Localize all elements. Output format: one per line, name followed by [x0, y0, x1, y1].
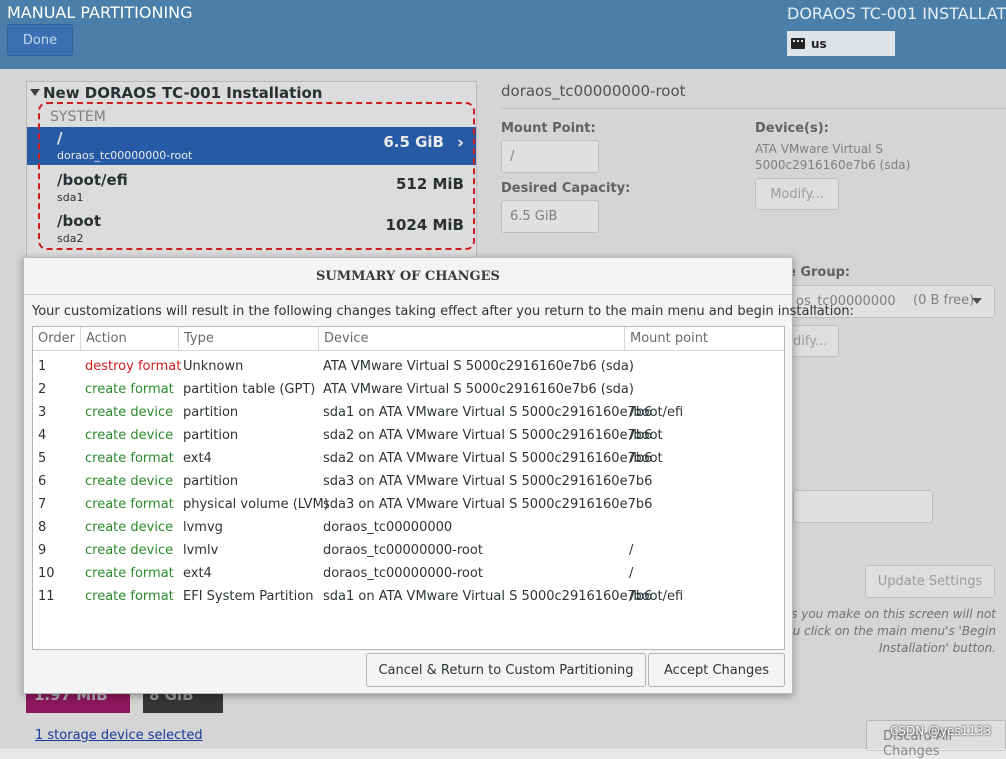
cell-order: 7	[38, 497, 47, 512]
table-row[interactable]: 4 create device partition sda2 on ATA VMwar…	[33, 424, 784, 447]
accept-changes-button[interactable]: Accept Changes	[648, 653, 785, 687]
cell-device: sda2 on ATA VMware Virtual S 5000c291616…	[323, 428, 653, 443]
cell-mount-point: /boot/efi	[629, 589, 684, 604]
column-header-order[interactable]: Order	[33, 327, 81, 351]
table-row[interactable]: 7 create format physical volume (LVM) sda3 …	[33, 493, 784, 516]
cell-device: sda1 on ATA VMware Virtual S 5000c291616…	[323, 405, 653, 420]
cell-type: partition table (GPT)	[183, 382, 316, 397]
cell-type: ext4	[183, 451, 212, 466]
cell-action: create device	[85, 520, 174, 535]
cell-action: destroy format	[85, 359, 182, 374]
done-button[interactable]: Done	[7, 24, 73, 56]
cell-action: create format	[85, 497, 174, 512]
cell-mount-point: /boot	[629, 451, 663, 466]
table-row[interactable]: 5 create format ext4 sda2 on ATA VMware Vir…	[33, 447, 784, 470]
cell-action: create device	[85, 474, 174, 489]
keyboard-icon	[791, 38, 805, 49]
cell-order: 5	[38, 451, 47, 466]
table-row[interactable]: 6 create device partition sda3 on ATA VMwar…	[33, 470, 784, 493]
watermark: CSDN @yes1133	[890, 724, 992, 738]
cell-action: create format	[85, 566, 174, 581]
cell-device: sda3 on ATA VMware Virtual S 5000c291616…	[323, 497, 653, 512]
cell-action: create format	[85, 382, 174, 397]
cell-device: ATA VMware Virtual S 5000c2916160e7b6 (s…	[323, 359, 634, 374]
cell-mount-point: /boot/efi	[629, 405, 684, 420]
keyboard-layout-label: us	[811, 36, 827, 51]
cell-order: 4	[38, 428, 47, 443]
cell-type: Unknown	[183, 359, 244, 374]
cell-order: 2	[38, 382, 47, 397]
cell-action: create format	[85, 589, 174, 604]
cell-device: doraos_tc00000000-root	[323, 543, 483, 558]
dialog-title: SUMMARY OF CHANGES	[24, 258, 792, 295]
cell-device: ATA VMware Virtual S 5000c2916160e7b6 (s…	[323, 382, 634, 397]
dialog-description: Your customizations will result in the f…	[32, 304, 854, 319]
column-header-device[interactable]: Device	[319, 327, 625, 351]
cell-type: physical volume (LVM)	[183, 497, 329, 512]
table-row[interactable]: 3 create device partition sda1 on ATA VMwar…	[33, 401, 784, 424]
cell-type: EFI System Partition	[183, 589, 314, 604]
cell-device: sda3 on ATA VMware Virtual S 5000c291616…	[323, 474, 653, 489]
cell-action: create device	[85, 543, 174, 558]
cell-order: 3	[38, 405, 47, 420]
cell-action: create device	[85, 405, 174, 420]
cell-order: 11	[38, 589, 55, 604]
keyboard-layout-indicator[interactable]: us	[787, 31, 895, 56]
cell-action: create device	[85, 428, 174, 443]
cell-type: partition	[183, 405, 239, 420]
column-header-type[interactable]: Type	[179, 327, 319, 351]
changes-table[interactable]: Order Action Type Device Mount point 1 de…	[32, 326, 785, 650]
cancel-return-button[interactable]: Cancel & Return to Custom Partitioning	[366, 653, 646, 687]
cell-action: create format	[85, 451, 174, 466]
cell-device: sda2 on ATA VMware Virtual S 5000c291616…	[323, 451, 653, 466]
cell-type: ext4	[183, 566, 212, 581]
cell-order: 10	[38, 566, 55, 581]
table-row[interactable]: 2 create format partition table (GPT) ATA V…	[33, 378, 784, 401]
cell-type: partition	[183, 428, 239, 443]
cell-device: doraos_tc00000000	[323, 520, 453, 535]
installation-title: DORAOS TC-001 INSTALLATIO	[787, 4, 1006, 23]
cell-type: partition	[183, 474, 239, 489]
cell-order: 1	[38, 359, 47, 374]
table-row[interactable]: 8 create device lvmvg doraos_tc00000000	[33, 516, 784, 539]
cell-order: 8	[38, 520, 47, 535]
table-row[interactable]: 1 destroy format Unknown ATA VMware Virtual…	[33, 355, 784, 378]
table-row[interactable]: 9 create device lvmlv doraos_tc00000000-roo…	[33, 539, 784, 562]
table-row[interactable]: 10 create format ext4 doraos_tc00000000-roo…	[33, 562, 784, 585]
column-header-action[interactable]: Action	[81, 327, 179, 351]
cell-mount-point: /	[629, 566, 634, 581]
cell-mount-point: /boot	[629, 428, 663, 443]
column-header-mount-point[interactable]: Mount point	[625, 327, 784, 351]
cell-order: 6	[38, 474, 47, 489]
cell-mount-point: /	[629, 543, 634, 558]
page-title: MANUAL PARTITIONING	[7, 3, 193, 22]
cell-order: 9	[38, 543, 47, 558]
cell-type: lvmvg	[183, 520, 223, 535]
cell-device: sda1 on ATA VMware Virtual S 5000c291616…	[323, 589, 653, 604]
cell-type: lvmlv	[183, 543, 219, 558]
summary-of-changes-dialog: SUMMARY OF CHANGES Your customizations w…	[23, 257, 854, 694]
cell-device: doraos_tc00000000-root	[323, 566, 483, 581]
table-row[interactable]: 11 create format EFI System Partition sda1 …	[33, 585, 784, 608]
